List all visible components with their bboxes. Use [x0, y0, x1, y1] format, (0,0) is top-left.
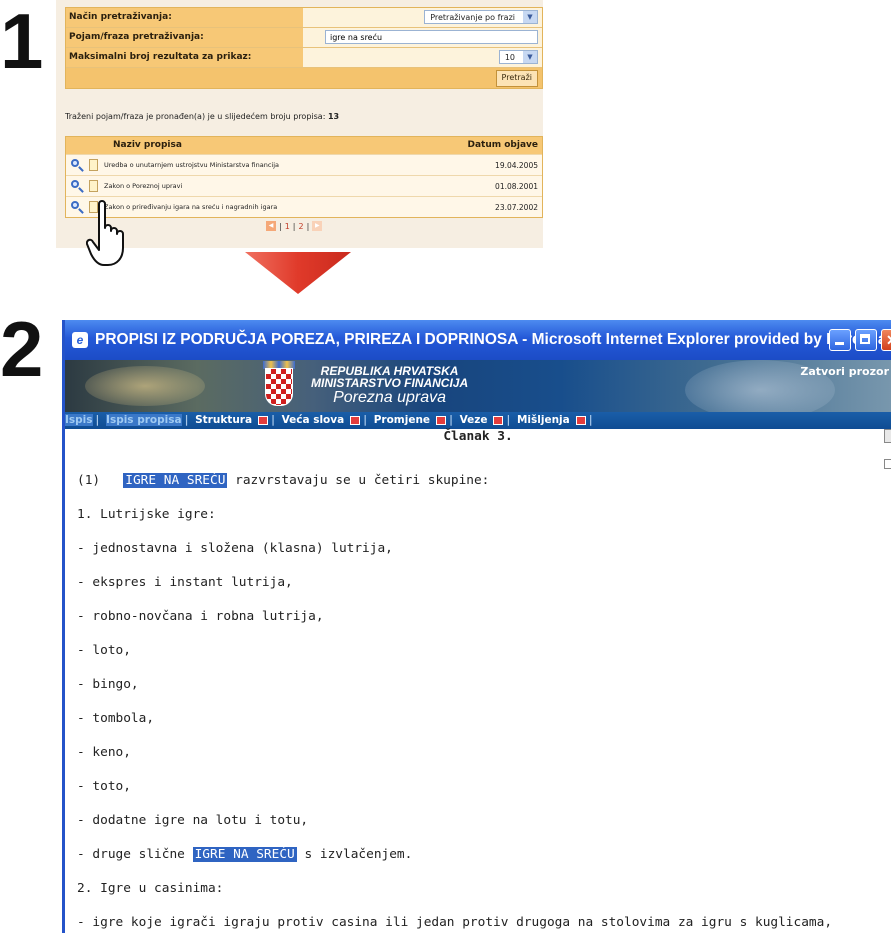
- step-number-1: 1: [0, 0, 44, 85]
- row-date: 23.07.2002: [495, 202, 538, 212]
- pager-separator: |: [306, 221, 310, 231]
- menu-ispis-propisa[interactable]: Ispis propisa: [106, 414, 182, 426]
- window-title: PROPISI IZ PODRUČJA POREZA, PRIREZA I DO…: [95, 331, 891, 348]
- list-item-text: - druge slične: [77, 847, 185, 862]
- search-term-label: Pojam/fraza pretraživanja:: [66, 28, 303, 47]
- submit-row: Pretraži: [66, 68, 542, 88]
- max-results-label: Maksimalni broj rezultata za prikaz:: [66, 48, 303, 67]
- results-table: Naziv propisa Datum objave Uredba o unut…: [65, 136, 543, 218]
- browser-window: e PROPISI IZ PODRUČJA POREZA, PRIREZA I …: [62, 320, 891, 933]
- document-icon[interactable]: [89, 159, 98, 171]
- menu-struktura[interactable]: Struktura: [195, 414, 252, 426]
- search-highlight: IGRE NA SREĆU: [123, 473, 228, 488]
- ie-logo-icon: e: [72, 332, 88, 348]
- document-icon[interactable]: [89, 180, 98, 192]
- table-row[interactable]: Zakon o priređivanju igara na sreću i na…: [66, 196, 542, 217]
- list-item: - robno-novčana i robna lutrija,: [77, 609, 324, 624]
- list-item: - tombola,: [77, 711, 155, 726]
- list-item: 1. Lutrijske igre:: [77, 507, 216, 522]
- page-1-link[interactable]: 1: [285, 222, 290, 231]
- list-item: - jednostavna i složena (klasna) lutrija…: [77, 541, 393, 556]
- magnifier-icon[interactable]: [71, 180, 79, 188]
- row-name[interactable]: Zakon o Poreznoj upravi: [98, 182, 458, 190]
- minimize-button[interactable]: [829, 329, 851, 351]
- chevron-down-icon[interactable]: ▼: [523, 11, 537, 23]
- article-content: Članak 3. (1) IGRE NA SREĆU razvrstavaju…: [65, 429, 891, 933]
- row-name[interactable]: Uredba o unutarnjem ustrojstvu Ministars…: [98, 161, 458, 169]
- list-item: - loto,: [77, 643, 131, 658]
- list-item: - keno,: [77, 745, 131, 760]
- search-mode-label: Način pretraživanja:: [66, 8, 303, 27]
- result-count: 13: [327, 112, 340, 121]
- pager-separator: |: [292, 221, 296, 231]
- prev-page-icon[interactable]: ◀: [266, 221, 276, 231]
- search-term-row: Pojam/fraza pretraživanja: igre na sreću: [66, 28, 542, 48]
- banner-text: REPUBLIKA HRVATSKA MINISTARSTVO FINANCIJ…: [311, 365, 468, 407]
- menu-arrow-icon[interactable]: [350, 415, 361, 425]
- result-summary-text: Traženi pojam/fraza je pronađen(a) je u …: [65, 112, 326, 121]
- list-item: 2. Igre u casinima:: [77, 881, 224, 896]
- list-item: - igre koje igrači igraju protiv casina …: [77, 915, 833, 930]
- menu-misljenja[interactable]: Mišljenja: [517, 414, 570, 426]
- banner-line-3: Porezna uprava: [333, 389, 447, 406]
- pager-separator: |: [279, 221, 282, 231]
- max-results-value: 10: [504, 53, 515, 62]
- search-mode-value: Pretraživanje po frazi: [430, 13, 515, 22]
- paragraph-text: razvrstavaju se u četiri skupine:: [235, 473, 490, 488]
- list-item: - toto,: [77, 779, 131, 794]
- row-name[interactable]: Zakon o priređivanju igara na sreću i na…: [98, 203, 458, 211]
- menu-arrow-icon[interactable]: [258, 415, 269, 425]
- menu-ispis[interactable]: Ispis: [65, 414, 93, 426]
- row-date: 01.08.2001: [495, 181, 538, 191]
- list-item: - druge slične IGRE NA SREĆU s izvlačenj…: [77, 847, 412, 862]
- search-mode-row: Način pretraživanja: Pretraživanje po fr…: [66, 8, 542, 28]
- list-item: - dodatne igre na lotu i totu,: [77, 813, 309, 828]
- coat-of-arms-icon: [265, 368, 293, 406]
- menu-veca-slova[interactable]: Veća slova: [282, 414, 345, 426]
- max-results-row: Maksimalni broj rezultata za prikaz: 10 …: [66, 48, 542, 68]
- maximize-button[interactable]: [855, 329, 877, 351]
- next-page-icon[interactable]: ▶: [312, 221, 323, 231]
- search-term-input[interactable]: igre na sreću: [325, 30, 538, 44]
- search-highlight: IGRE NA SREĆU: [192, 847, 297, 862]
- search-button[interactable]: Pretraži: [495, 70, 538, 87]
- title-bar: e PROPISI IZ PODRUČJA POREZA, PRIREZA I …: [65, 320, 891, 360]
- close-window-link[interactable]: Zatvori prozor: [800, 365, 889, 378]
- close-button[interactable]: [881, 329, 891, 351]
- menu-promjene[interactable]: Promjene: [374, 414, 430, 426]
- page-2-link[interactable]: 2: [299, 222, 304, 231]
- site-banner: REPUBLIKA HRVATSKA MINISTARSTVO FINANCIJ…: [65, 360, 891, 412]
- menu-arrow-icon[interactable]: [575, 415, 586, 425]
- list-item-text: s izvlačenjem.: [304, 847, 413, 862]
- search-mode-select[interactable]: Pretraživanje po frazi ▼: [424, 10, 538, 24]
- paragraph-1: (1) IGRE NA SREĆU razvrstavaju se u četi…: [77, 473, 489, 488]
- paragraph-number: (1): [77, 473, 101, 488]
- list-item: - ekspres i instant lutrija,: [77, 575, 293, 590]
- menu-arrow-icon[interactable]: [493, 415, 504, 425]
- menu-veze[interactable]: Veze: [460, 414, 488, 426]
- chevron-down-icon[interactable]: ▼: [523, 51, 537, 63]
- magnifier-icon[interactable]: [71, 201, 79, 209]
- scrollbar-thumb[interactable]: [884, 459, 891, 469]
- column-header-name: Naziv propisa: [113, 140, 182, 150]
- step-number-2: 2: [0, 305, 44, 393]
- magnifier-icon[interactable]: [71, 159, 79, 167]
- down-arrow-icon: [245, 252, 351, 294]
- search-form: Način pretraživanja: Pretraživanje po fr…: [65, 7, 543, 89]
- row-date: 19.04.2005: [495, 160, 538, 170]
- max-results-select[interactable]: 10 ▼: [498, 50, 538, 64]
- pagination: ◀ | 1 | 2 | ▶: [266, 221, 323, 231]
- toolbar-menu: Ispis | Ispis propisa | Struktura | Veća sl…: [65, 412, 891, 429]
- menu-arrow-icon[interactable]: [436, 415, 447, 425]
- list-item: - bingo,: [77, 677, 139, 692]
- result-summary: Traženi pojam/fraza je pronađen(a) je u …: [65, 112, 339, 121]
- table-row[interactable]: Zakon o Poreznoj upravi 01.08.2001: [66, 175, 542, 196]
- table-row[interactable]: Uredba o unutarnjem ustrojstvu Ministars…: [66, 154, 542, 175]
- column-header-date: Datum objave: [467, 140, 538, 150]
- article-heading: Članak 3.: [443, 429, 513, 444]
- hand-cursor-icon: [86, 200, 124, 266]
- scrollbar-up-button[interactable]: [884, 429, 891, 443]
- banner-line-2: MINISTARSTVO FINANCIJA: [311, 376, 469, 390]
- results-header: Naziv propisa Datum objave: [66, 137, 542, 154]
